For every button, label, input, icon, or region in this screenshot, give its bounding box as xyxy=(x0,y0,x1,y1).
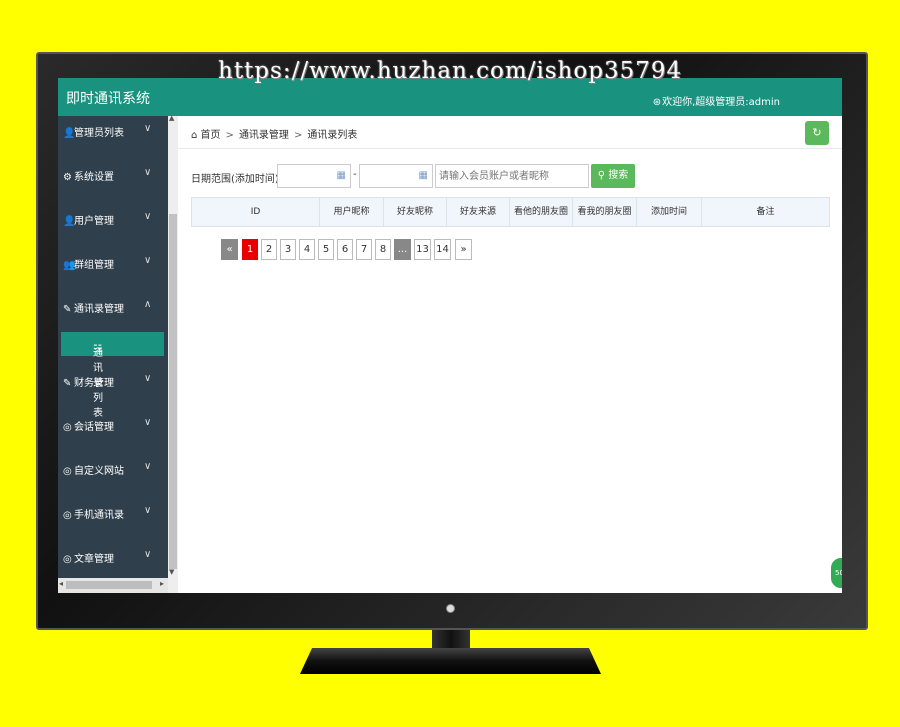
sidebar-item-group-management[interactable]: 👥群组管理 ∨ xyxy=(58,248,168,278)
chevron-down-icon: ∨ xyxy=(144,417,152,428)
group-icon: 👥 xyxy=(63,260,76,271)
scroll-thumb[interactable] xyxy=(66,581,152,589)
chevron-down-icon: ∨ xyxy=(144,255,152,266)
page-button[interactable]: 5 xyxy=(318,239,334,260)
chat-icon: ◎ xyxy=(63,466,72,477)
user-circle-icon: ⊛ xyxy=(652,97,662,108)
sidebar-item-finance-management[interactable]: ✎ 财务管理 ∨ xyxy=(58,366,168,396)
search-button[interactable]: ⚲ 搜索 xyxy=(591,164,635,188)
scroll-up-icon[interactable]: ▲ xyxy=(169,114,174,122)
sidebar-item-label: 群组管理 xyxy=(74,260,114,271)
home-icon: ⌂ xyxy=(191,130,198,141)
sidebar-item-label: 文章管理 xyxy=(74,554,114,565)
sidebar-item-label: 通讯录管理 xyxy=(74,304,124,315)
breadcrumb: ⌂ 首页 > 通讯录管理 > 通讯录列表 xyxy=(191,130,358,141)
scroll-left-icon[interactable]: ◂ xyxy=(59,579,63,588)
chat-icon: ◎ xyxy=(63,422,72,433)
welcome-label: 欢迎你,超级管理员:admin xyxy=(662,97,780,108)
page-button[interactable]: 7 xyxy=(356,239,372,260)
breadcrumb-home[interactable]: 首页 xyxy=(201,130,221,141)
column-header[interactable]: 看我的朋友圈 xyxy=(573,198,637,226)
page-prev-button[interactable]: « xyxy=(221,239,238,260)
breadcrumb-contacts-management[interactable]: 通讯录管理 xyxy=(239,130,289,141)
scroll-right-icon[interactable]: ▸ xyxy=(160,579,164,588)
sidebar-item-custom-website[interactable]: ◎ 自定义网站 ∨ xyxy=(58,454,168,484)
search-icon: ⚲ xyxy=(597,170,606,181)
sidebar-subitem-contacts-list[interactable]: ☷ 通讯录列表 xyxy=(61,332,164,419)
page-button[interactable]: 4 xyxy=(299,239,315,260)
chat-icon: ◎ xyxy=(63,510,72,521)
floating-badge[interactable]: 50 xyxy=(829,556,842,590)
calendar-icon[interactable]: ▦ xyxy=(337,170,346,181)
chevron-down-icon: ∨ xyxy=(144,123,152,134)
sidebar-item-label: 会话管理 xyxy=(74,422,114,433)
chevron-down-icon: ∨ xyxy=(144,505,152,516)
sidebar: 👤管理员列表 ∨ ⚙ 系统设置 ∨ 👤用户管理 ∨ 👥群组管理 ∨ ✎ 通讯录管理 … xyxy=(58,116,168,593)
column-header[interactable]: 好友来源 xyxy=(447,198,510,226)
date-range-dash: - xyxy=(353,169,357,180)
column-header[interactable]: 添加时间 xyxy=(637,198,702,226)
chevron-down-icon: ∨ xyxy=(144,167,152,178)
gear-icon: ⚙ xyxy=(63,172,72,183)
divider xyxy=(178,148,842,149)
page-button[interactable]: 3 xyxy=(280,239,296,260)
chevron-down-icon: ∨ xyxy=(144,211,152,222)
column-header[interactable]: 备注 xyxy=(702,198,829,226)
chevron-down-icon: ∨ xyxy=(144,549,152,560)
breadcrumb-contacts-list: 通讯录列表 xyxy=(307,130,358,141)
scroll-down-icon[interactable]: ▼ xyxy=(169,568,174,576)
column-header[interactable]: 看他的朋友圈 xyxy=(510,198,573,226)
user-icon: 👤 xyxy=(63,128,76,139)
sidebar-item-session-management[interactable]: ◎ 会话管理 ∨ xyxy=(58,410,168,440)
chevron-up-icon: ∧ xyxy=(144,299,152,310)
sidebar-item-article-management[interactable]: ◎ 文章管理 ∨ xyxy=(58,542,168,572)
scroll-thumb[interactable] xyxy=(169,214,177,569)
app-title: 即时通讯系统 xyxy=(66,91,150,107)
page-button[interactable]: 2 xyxy=(261,239,277,260)
page-button[interactable]: 6 xyxy=(337,239,353,260)
watermark-url: https://www.huzhan.com/ishop35794 xyxy=(218,58,683,84)
sidebar-item-mobile-contacts[interactable]: ◎ 手机通讯录 ∨ xyxy=(58,498,168,528)
welcome-text[interactable]: ⊛欢迎你,超级管理员:admin xyxy=(653,93,780,108)
column-header[interactable]: ID xyxy=(192,198,320,226)
calendar-icon[interactable]: ▦ xyxy=(419,170,428,181)
user-icon: 👤 xyxy=(63,216,76,227)
refresh-button[interactable]: ↻ xyxy=(805,121,829,145)
table-header: ID 用户昵称 好友昵称 好友来源 看他的朋友圈 看我的朋友圈 添加时间 备注 xyxy=(191,197,830,227)
column-header[interactable]: 好友昵称 xyxy=(384,198,447,226)
page-button[interactable]: 13 xyxy=(414,239,431,260)
sidebar-item-user-management[interactable]: 👤用户管理 ∨ xyxy=(58,204,168,234)
page-button[interactable]: 14 xyxy=(434,239,451,260)
sidebar-item-label: 手机通讯录 xyxy=(74,510,124,521)
sidebar-item-label: 财务管理 xyxy=(74,378,114,389)
search-input[interactable] xyxy=(435,164,589,188)
search-button-label: 搜索 xyxy=(608,170,629,181)
sidebar-item-contacts-management[interactable]: ✎ 通讯录管理 ∧ xyxy=(58,292,168,322)
chat-icon: ◎ xyxy=(63,554,72,565)
end-date-input[interactable]: ▦ xyxy=(359,164,433,188)
page-next-button[interactable]: » xyxy=(455,239,472,260)
sidebar-item-admin-list[interactable]: 👤管理员列表 ∨ xyxy=(58,116,168,146)
sidebar-item-label: 管理员列表 xyxy=(74,128,124,139)
chevron-down-icon: ∨ xyxy=(144,373,152,384)
sidebar-horizontal-scrollbar[interactable]: ◂ ▸ xyxy=(58,578,168,593)
sidebar-item-label: 用户管理 xyxy=(74,216,114,227)
monitor-power-icon xyxy=(446,604,455,613)
sidebar-item-system-settings[interactable]: ⚙ 系统设置 ∨ xyxy=(58,160,168,190)
sidebar-item-label: 自定义网站 xyxy=(74,466,124,477)
page-button[interactable]: 1 xyxy=(242,239,258,260)
monitor-stand-base xyxy=(300,648,601,674)
screen: 即时通讯系统 ⊛欢迎你,超级管理员:admin 👤管理员列表 ∨ ⚙ 系统设置 ∨… xyxy=(58,78,842,593)
edit-icon: ✎ xyxy=(63,378,72,389)
page-ellipsis: ... xyxy=(394,239,411,260)
page-button[interactable]: 8 xyxy=(375,239,391,260)
edit-icon: ✎ xyxy=(63,304,72,315)
column-header[interactable]: 用户昵称 xyxy=(320,198,384,226)
chevron-down-icon: ∨ xyxy=(144,461,152,472)
refresh-icon: ↻ xyxy=(812,126,822,139)
sidebar-vertical-scrollbar[interactable]: ▲ ▼ xyxy=(168,114,178,593)
sidebar-item-label: 系统设置 xyxy=(74,172,114,183)
start-date-input[interactable]: ▦ xyxy=(277,164,351,188)
date-range-label: 日期范围(添加时间)： xyxy=(191,174,289,185)
